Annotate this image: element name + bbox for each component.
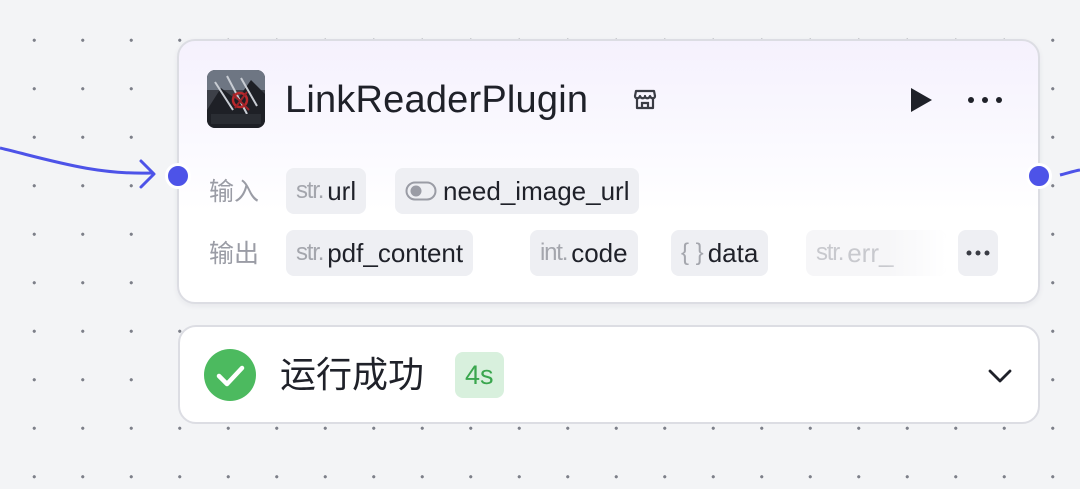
param-type: str. bbox=[296, 177, 324, 204]
param-type: str. bbox=[296, 239, 324, 266]
param-name: pdf_content bbox=[327, 237, 464, 268]
output-param-code[interactable]: int. code bbox=[530, 230, 638, 276]
check-circle-icon bbox=[204, 349, 256, 401]
param-name: err_ bbox=[847, 237, 894, 268]
input-param-need-image-url[interactable]: need_image_url bbox=[395, 168, 640, 214]
store-icon bbox=[633, 89, 657, 110]
output-param-err[interactable]: str. err_ bbox=[806, 230, 946, 276]
output-port[interactable] bbox=[1026, 163, 1052, 189]
toggle-icon bbox=[405, 181, 437, 201]
param-name: code bbox=[571, 237, 628, 268]
more-horizontal-icon bbox=[966, 250, 990, 256]
param-name: need_image_url bbox=[443, 175, 630, 206]
node-title: LinkReaderPlugin bbox=[285, 79, 589, 121]
run-status-panel[interactable]: 运行成功 4s bbox=[178, 325, 1040, 424]
more-horizontal-icon[interactable] bbox=[965, 84, 1005, 116]
param-type: str. bbox=[816, 239, 844, 266]
input-port[interactable] bbox=[165, 163, 191, 189]
plugin-avatar-image bbox=[207, 70, 265, 128]
param-name: url bbox=[327, 175, 357, 206]
status-text: 运行成功 bbox=[280, 354, 425, 395]
output-param-pdf-content[interactable]: str. pdf_content bbox=[286, 230, 474, 276]
play-icon[interactable] bbox=[904, 84, 936, 116]
outputs-label: 输出 bbox=[209, 240, 260, 268]
incoming-edge-arrow bbox=[139, 159, 156, 189]
input-param-url[interactable]: str. url bbox=[286, 168, 367, 214]
inputs-label: 输入 bbox=[209, 178, 260, 206]
more-outputs-button[interactable] bbox=[958, 230, 998, 276]
output-param-data[interactable]: { } data bbox=[671, 230, 769, 276]
outgoing-edge bbox=[1059, 168, 1080, 177]
duration-badge: 4s bbox=[455, 352, 504, 398]
plugin-node[interactable]: LinkReaderPlugin 输入 输出 str. url need_ima… bbox=[165, 39, 1052, 304]
chevron-down-icon[interactable] bbox=[986, 364, 1014, 388]
param-name: data bbox=[707, 237, 759, 268]
incoming-edge bbox=[0, 146, 153, 175]
param-type: int. bbox=[540, 239, 568, 266]
param-type: { } bbox=[681, 239, 704, 266]
